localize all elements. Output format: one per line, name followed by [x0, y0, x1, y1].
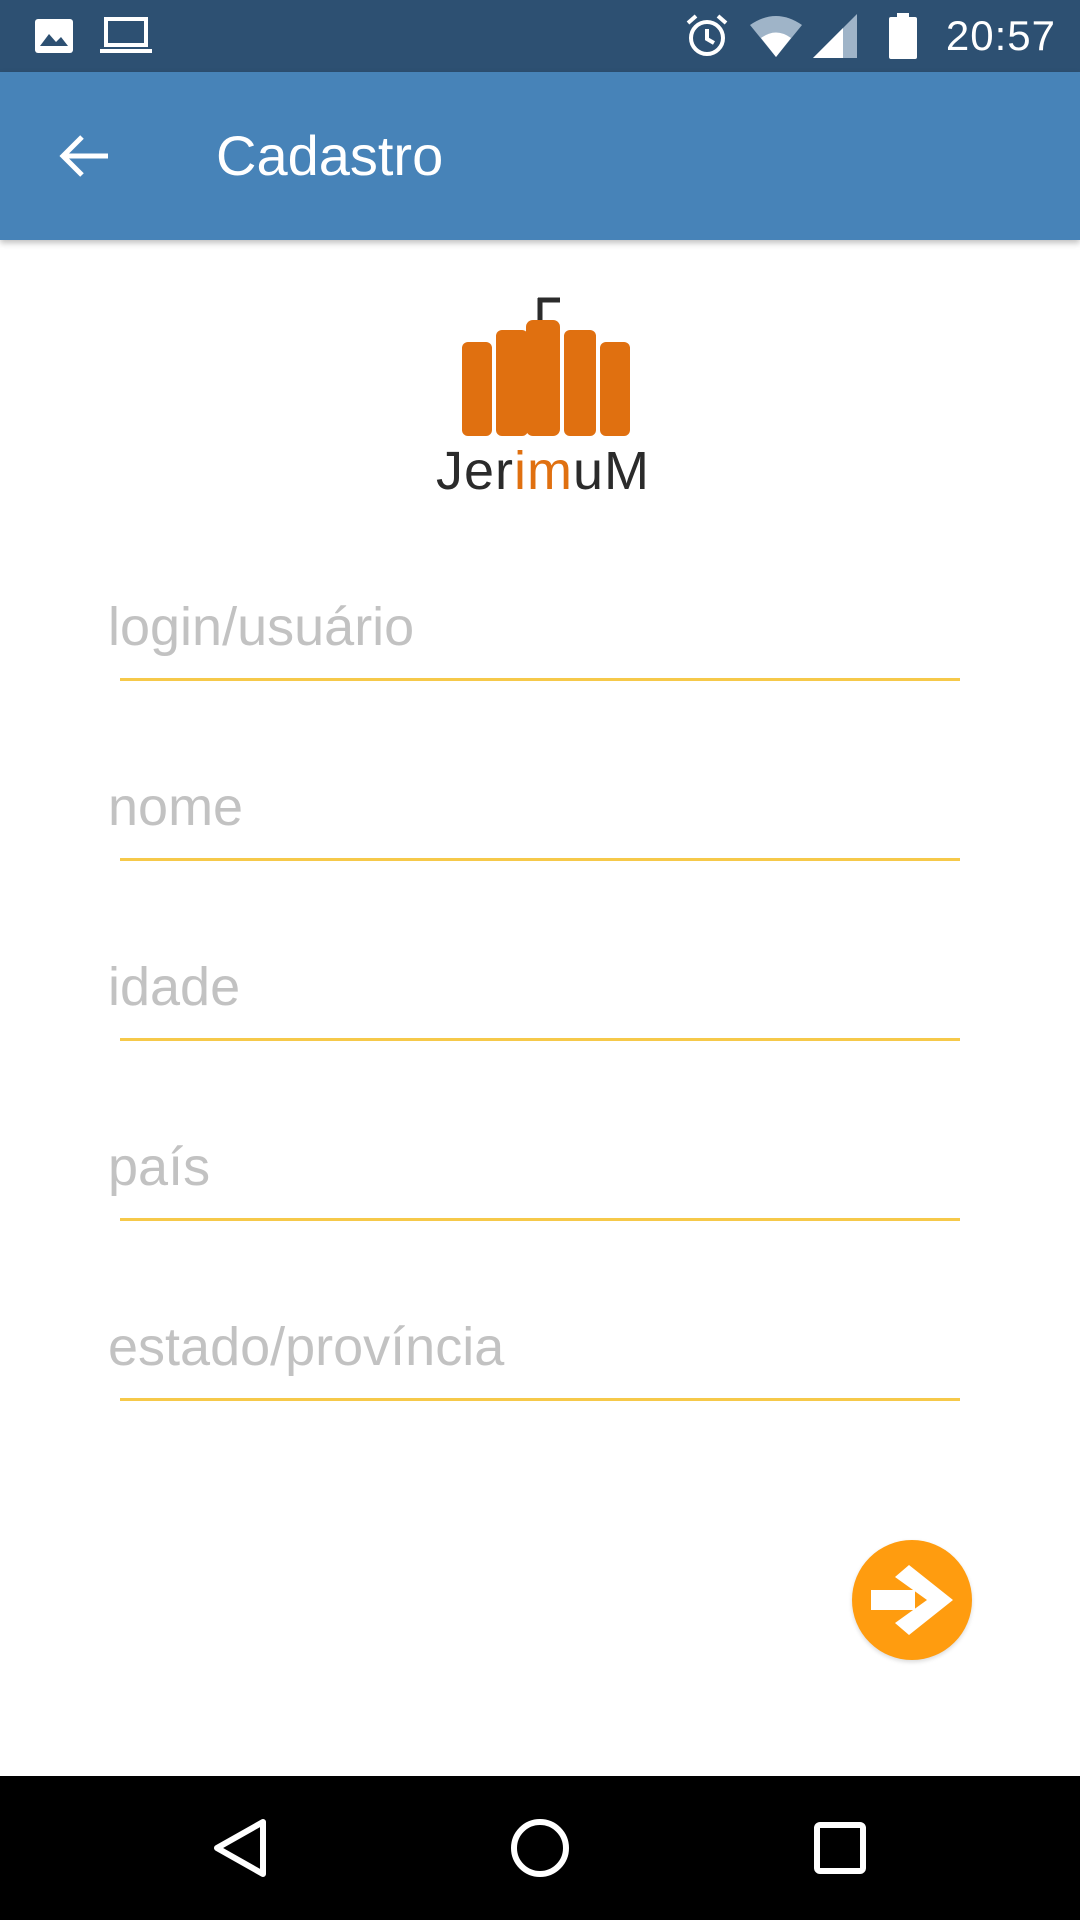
pumpkin-logo-icon	[462, 297, 630, 436]
status-bar: 20:57	[0, 0, 1080, 72]
login-underline	[120, 678, 960, 681]
laptop-icon	[98, 12, 154, 60]
nome-field[interactable]	[108, 764, 960, 864]
nav-back-button[interactable]	[200, 1808, 280, 1888]
app-bar: Cadastro	[0, 72, 1080, 240]
registration-screen: 20:57 Cadastro JerimuM	[0, 0, 1080, 1920]
nome-input[interactable]	[108, 764, 960, 850]
system-nav-bar	[0, 1776, 1080, 1920]
login-field[interactable]	[108, 584, 960, 684]
pais-field[interactable]	[108, 1124, 960, 1224]
estado-underline	[120, 1398, 960, 1401]
alarm-icon	[682, 12, 732, 60]
pais-input[interactable]	[108, 1124, 960, 1210]
estado-field[interactable]	[108, 1304, 960, 1404]
estado-input[interactable]	[108, 1304, 960, 1390]
signal-icon	[812, 12, 858, 60]
nome-underline	[120, 858, 960, 861]
nav-home-button[interactable]	[500, 1808, 580, 1888]
pais-underline	[120, 1218, 960, 1221]
status-time: 20:57	[945, 12, 1056, 59]
back-button[interactable]	[44, 116, 124, 196]
home-circle-icon	[511, 1819, 569, 1877]
recents-square-icon	[814, 1822, 866, 1874]
idade-field[interactable]	[108, 944, 960, 1044]
back-triangle-icon	[214, 1819, 266, 1877]
page-title: Cadastro	[216, 124, 444, 187]
image-icon	[30, 12, 78, 60]
battery-icon	[888, 12, 918, 60]
idade-underline	[120, 1038, 960, 1041]
logo-wordmark: JerimuM	[436, 441, 651, 501]
next-button[interactable]	[852, 1540, 972, 1660]
jerimum-logo: JerimuM	[436, 290, 651, 501]
idade-input[interactable]	[108, 944, 960, 1030]
login-input[interactable]	[108, 584, 960, 670]
arrow-right-icon	[871, 1565, 953, 1635]
arrow-left-icon	[59, 135, 108, 177]
wifi-icon	[748, 12, 804, 60]
nav-recents-button[interactable]	[800, 1808, 880, 1888]
